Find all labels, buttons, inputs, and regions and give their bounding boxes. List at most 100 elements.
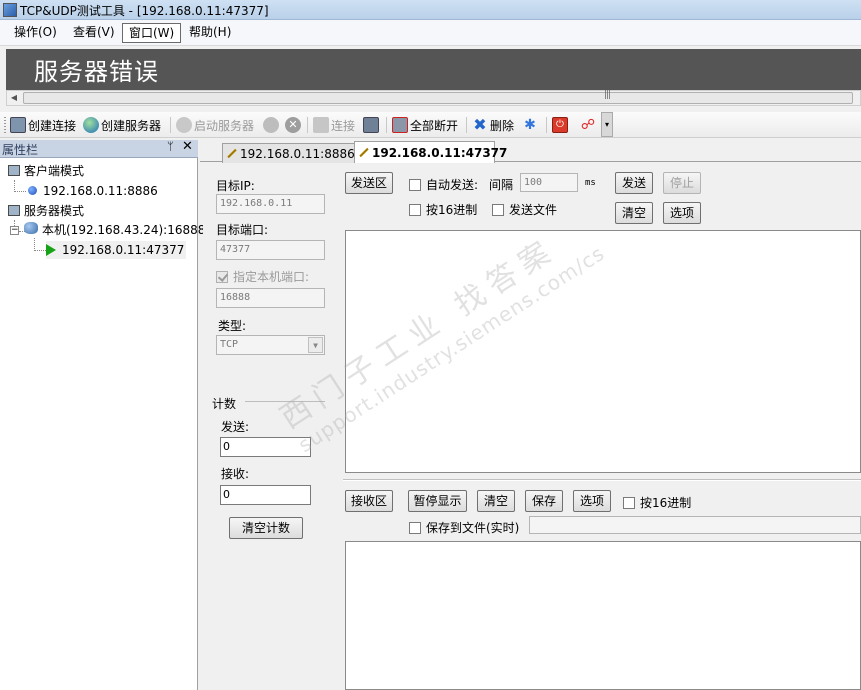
grip-icon: ||| bbox=[604, 90, 611, 100]
panel-title: 属性栏 bbox=[2, 143, 39, 157]
tree-collapse-icon[interactable]: − bbox=[10, 226, 19, 235]
receive-options-button[interactable]: 选项 bbox=[573, 490, 611, 512]
scroll-left-arrow-icon[interactable]: ◀ bbox=[7, 91, 21, 105]
disconnect-button[interactable] bbox=[363, 115, 381, 135]
save-file-path-field[interactable] bbox=[529, 516, 861, 534]
interval-field[interactable]: 100 bbox=[520, 173, 578, 192]
checkbox-icon bbox=[409, 178, 421, 191]
hex-send-checkbox[interactable]: 按16进制 bbox=[409, 201, 477, 218]
menu-operate[interactable]: 操作(O) bbox=[8, 23, 63, 43]
recv-count-field[interactable]: 0 bbox=[220, 485, 311, 505]
close-icon[interactable]: ✕ bbox=[182, 139, 193, 154]
splitter[interactable] bbox=[343, 479, 861, 481]
tree-line bbox=[34, 250, 46, 251]
status-banner: 服务器错误 bbox=[6, 49, 861, 90]
toolbar-overflow-chevron-icon[interactable]: ▾ bbox=[601, 112, 613, 137]
connection-diamond-icon bbox=[227, 148, 237, 159]
window-title: TCP&UDP测试工具 - [192.168.0.11:47377] bbox=[20, 4, 269, 18]
receive-area-button[interactable]: 接收区 bbox=[345, 490, 393, 512]
send-area-button[interactable]: 发送区 bbox=[345, 172, 393, 194]
pause-display-button[interactable]: 暂停显示 bbox=[408, 490, 467, 512]
clear-count-button[interactable]: 清空计数 bbox=[229, 517, 303, 539]
save-to-file-checkbox[interactable]: 保存到文件(实时) bbox=[409, 519, 519, 536]
settings-icon: ✱ bbox=[524, 117, 536, 133]
local-port-field[interactable]: 16888 bbox=[216, 288, 325, 308]
users-icon bbox=[24, 222, 38, 234]
type-label: 类型: bbox=[218, 319, 247, 333]
toolbar-separator bbox=[466, 117, 467, 133]
target-port-label: 目标端口: bbox=[216, 223, 269, 237]
checkbox-icon bbox=[409, 203, 421, 216]
scrollbar-thumb[interactable]: ||| bbox=[23, 90, 853, 104]
target-port-field[interactable]: 47377 bbox=[216, 240, 325, 260]
disconnect-all-button[interactable]: 全部断开 bbox=[392, 115, 458, 135]
panel-header: 属性栏 ᛘ ✕ bbox=[0, 139, 198, 158]
create-server-button[interactable]: 创建服务器 bbox=[83, 115, 161, 135]
power-button[interactable]: ⏻ bbox=[552, 115, 570, 135]
toolbar: 创建连接 创建服务器 启动服务器 ✕ 连接 全部断开 ✖ 删除 ✱ ⏻ ☍ ▾ bbox=[0, 112, 861, 138]
interval-unit: ms bbox=[585, 178, 596, 188]
tab-strip: 192.168.0.11:8886 192.168.0.11:47377 bbox=[200, 140, 861, 163]
menu-bar: 操作(O) 查看(V) 窗口(W) 帮助(H) bbox=[0, 20, 861, 46]
send-file-checkbox[interactable]: 发送文件 bbox=[492, 201, 557, 218]
start-server-button[interactable]: 启动服务器 bbox=[176, 115, 254, 135]
tree-item-server-mode[interactable]: 服务器模式 bbox=[8, 202, 84, 220]
stop-server-button[interactable] bbox=[263, 115, 281, 135]
toolbar-separator bbox=[307, 117, 308, 133]
auto-send-checkbox[interactable]: 自动发送: bbox=[409, 176, 478, 193]
receive-text-area[interactable] bbox=[345, 541, 861, 690]
users-icon bbox=[176, 117, 192, 133]
tree-item-local-host[interactable]: 本机(192.168.43.24):16888 bbox=[24, 221, 205, 239]
connect-button[interactable]: 连接 bbox=[313, 115, 355, 135]
menu-help[interactable]: 帮助(H) bbox=[183, 23, 237, 43]
send-button[interactable]: 发送 bbox=[615, 172, 653, 194]
network-disconnect-icon bbox=[363, 117, 379, 133]
toolbar-separator bbox=[546, 117, 547, 133]
checkbox-icon bbox=[409, 521, 421, 534]
stop-button[interactable]: 停止 bbox=[663, 172, 701, 194]
local-port-checkbox[interactable]: 指定本机端口: bbox=[216, 268, 309, 285]
create-connection-button[interactable]: 创建连接 bbox=[10, 115, 76, 135]
network-all-disconnect-icon bbox=[392, 117, 408, 133]
properties-panel: 属性栏 ᛘ ✕ 客户端模式 192.168.0.11:8886 服务器模式 − … bbox=[0, 139, 205, 690]
close-circle-icon: ✕ bbox=[285, 117, 301, 133]
tree-item-server-connection[interactable]: 192.168.0.11:47377 bbox=[46, 241, 187, 259]
receive-clear-button[interactable]: 清空 bbox=[477, 490, 515, 512]
hex-receive-checkbox[interactable]: 按16进制 bbox=[623, 494, 691, 511]
power-icon: ⏻ bbox=[552, 117, 568, 133]
properties-button[interactable]: ✱ bbox=[522, 115, 540, 135]
play-icon bbox=[46, 244, 56, 256]
connection-dot-icon bbox=[28, 186, 37, 195]
type-select[interactable]: TCP ▼ bbox=[216, 335, 325, 355]
toolbar-separator bbox=[170, 117, 171, 133]
tab-connection-47377[interactable]: 192.168.0.11:47377 bbox=[354, 141, 507, 163]
tab-connection-8886[interactable]: 192.168.0.11:8886 bbox=[222, 143, 356, 163]
checkbox-checked-icon bbox=[216, 270, 228, 283]
send-options-button[interactable]: 选项 bbox=[663, 202, 701, 224]
link-icon: ☍ bbox=[580, 117, 596, 133]
tree-line bbox=[14, 191, 26, 192]
horizontal-scrollbar[interactable]: ◀ ||| bbox=[6, 90, 861, 106]
title-bar: TCP&UDP测试工具 - [192.168.0.11:47377] bbox=[0, 0, 861, 20]
globe-icon bbox=[83, 117, 99, 133]
tree-item-client-connection[interactable]: 192.168.0.11:8886 bbox=[28, 182, 158, 200]
delete-button[interactable]: ✖ 删除 bbox=[472, 115, 514, 135]
toolbar-grip-icon bbox=[4, 117, 6, 133]
checkbox-icon bbox=[492, 203, 504, 216]
save-button[interactable]: 保存 bbox=[525, 490, 563, 512]
pin-icon[interactable]: ᛘ bbox=[167, 140, 174, 153]
close-server-button[interactable]: ✕ bbox=[285, 115, 303, 135]
menu-window[interactable]: 窗口(W) bbox=[122, 23, 182, 43]
network-icon bbox=[313, 117, 329, 133]
link-button[interactable]: ☍ bbox=[580, 115, 598, 135]
send-clear-button[interactable]: 清空 bbox=[615, 202, 653, 224]
chevron-down-icon[interactable]: ▼ bbox=[308, 337, 323, 353]
connection-diamond-icon bbox=[359, 147, 369, 158]
computer-icon bbox=[10, 117, 26, 133]
computer-icon bbox=[8, 205, 20, 216]
target-ip-field[interactable]: 192.168.0.11 bbox=[216, 194, 325, 214]
tree-item-client-mode[interactable]: 客户端模式 bbox=[8, 162, 84, 180]
target-ip-label: 目标IP: bbox=[216, 179, 255, 193]
menu-view[interactable]: 查看(V) bbox=[67, 23, 121, 43]
counter-title: 计数 bbox=[212, 397, 237, 411]
